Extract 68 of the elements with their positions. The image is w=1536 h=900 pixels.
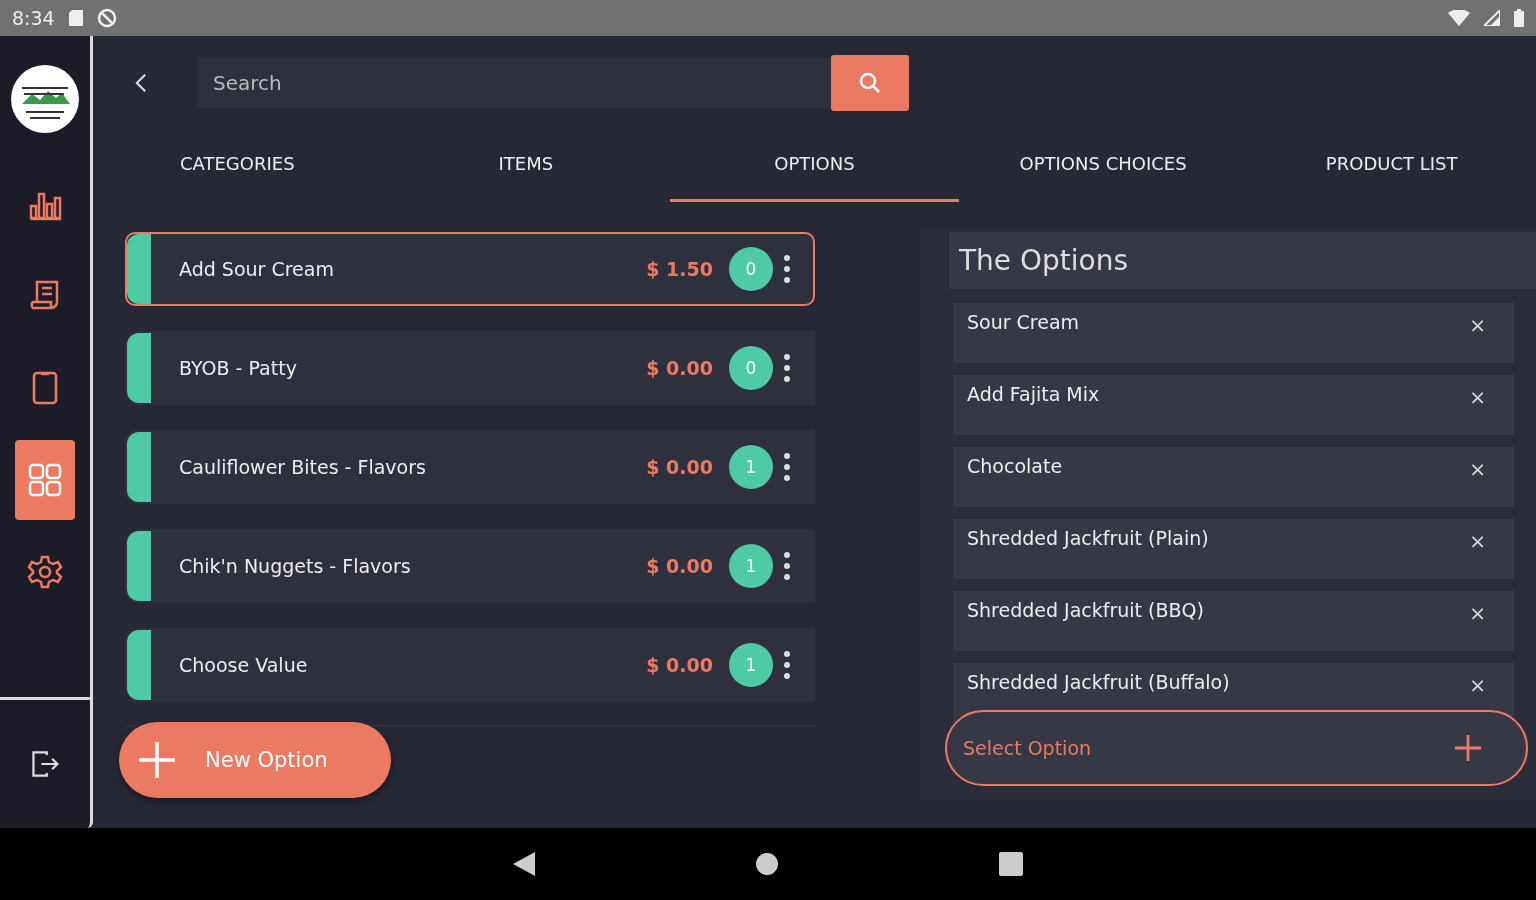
select-option-field[interactable]: Select Option <box>945 710 1528 786</box>
search-field[interactable]: Search <box>197 58 831 108</box>
tab[interactable]: ITEMS <box>381 128 671 202</box>
back-icon <box>135 73 147 93</box>
more-icon <box>783 353 791 383</box>
accent-strip <box>127 432 151 502</box>
accent-strip <box>127 333 151 403</box>
remove-button[interactable]: × <box>1455 599 1500 623</box>
accent-strip <box>127 531 151 601</box>
add-icon <box>1454 734 1482 762</box>
option-name: Cauliflower Bites - Flavors <box>179 456 427 478</box>
option-price: $ 1.50 <box>646 258 713 280</box>
remove-button[interactable]: × <box>1455 383 1500 407</box>
count-badge: 0 <box>729 247 773 291</box>
count-badge: 1 <box>729 445 773 489</box>
blocked-icon <box>96 8 117 28</box>
remove-button[interactable]: × <box>1455 527 1500 551</box>
option-name: Add Sour Cream <box>179 258 335 280</box>
signal-icon <box>1484 10 1500 26</box>
wifi-icon <box>1448 10 1470 26</box>
option-name: Chik'n Nuggets - Flavors <box>179 555 412 577</box>
battery-icon <box>1514 9 1524 27</box>
status-time: 8:34 <box>12 7 55 29</box>
option-row[interactable]: Cauliflower Bites - Flavors $ 0.00 1 <box>125 430 815 504</box>
remove-button[interactable]: × <box>1455 311 1500 335</box>
back-nav-icon[interactable] <box>513 852 535 876</box>
count-badge: 1 <box>729 643 773 687</box>
remove-button[interactable]: × <box>1455 671 1500 695</box>
panel-title: The Options <box>949 232 1536 289</box>
logo-icon <box>10 64 80 134</box>
option-row[interactable]: Chik'n Nuggets - Flavors $ 0.00 1 <box>125 529 815 603</box>
option-price: $ 0.00 <box>646 555 713 577</box>
logout-icon <box>29 748 61 780</box>
option-name: BYOB - Patty <box>179 357 298 379</box>
option-name: Choose Value <box>179 654 309 676</box>
option-row[interactable]: BYOB - Patty $ 0.00 0 <box>125 331 815 405</box>
more-icon <box>783 650 791 680</box>
accent-strip <box>127 234 151 304</box>
count-badge: 0 <box>729 346 773 390</box>
option-price: $ 0.00 <box>646 456 713 478</box>
choice-name: Sour Cream <box>967 311 1081 333</box>
option-price: $ 0.00 <box>646 654 713 676</box>
home-nav-icon[interactable] <box>755 852 779 876</box>
settings-icon <box>27 554 63 590</box>
choice-name: Add Fajita Mix <box>967 383 1101 405</box>
more-icon <box>783 551 791 581</box>
tab[interactable]: PRODUCT LIST <box>1247 128 1536 202</box>
tab[interactable]: CATEGORIES <box>93 128 382 202</box>
more-icon <box>783 254 791 284</box>
choice-name: Shredded Jackfruit (BBQ) <box>967 599 1205 621</box>
search-icon <box>858 71 882 95</box>
sd-card-icon <box>68 10 83 26</box>
grid-nav-button[interactable] <box>15 440 75 520</box>
accent-strip <box>127 630 151 700</box>
tab[interactable]: OPTIONS <box>670 128 959 202</box>
option-row[interactable]: Choose Value $ 0.00 1 <box>125 628 815 702</box>
search-button[interactable] <box>831 55 909 111</box>
remove-button[interactable]: × <box>1455 455 1500 479</box>
count-badge: 1 <box>729 544 773 588</box>
choice-name: Chocolate <box>967 455 1064 477</box>
choice-name: Shredded Jackfruit (Buffalo) <box>967 671 1231 693</box>
choice-name: Shredded Jackfruit (Plain) <box>967 527 1210 549</box>
option-row[interactable]: Add Sour Cream $ 1.50 0 <box>125 232 815 306</box>
more-icon <box>783 452 791 482</box>
grid-icon <box>27 462 63 498</box>
plus-icon <box>137 740 177 780</box>
option-price: $ 0.00 <box>646 357 713 379</box>
tab[interactable]: OPTIONS CHOICES <box>958 128 1248 202</box>
